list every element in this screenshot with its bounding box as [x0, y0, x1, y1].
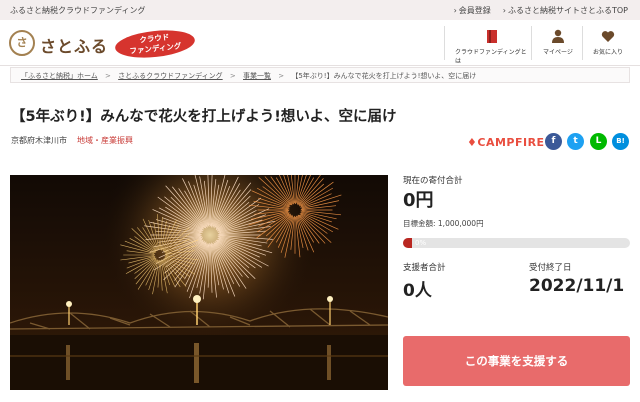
- site-tagline: ふるさと納税クラウドファンディング: [10, 6, 146, 15]
- deadline-date: 2022/11/1: [529, 276, 625, 296]
- satofull-top-link[interactable]: › ふるさと納税サイトさとふるTOP: [503, 5, 628, 16]
- breadcrumb: 「ふるさと納税」ホーム > さとふるクラウドファンディング > 事業一覧 > 【…: [10, 67, 630, 83]
- chevron-right-icon: ›: [453, 6, 457, 15]
- breadcrumb-crowdfunding[interactable]: さとふるクラウドファンディング: [118, 72, 223, 80]
- nav-divider: [582, 26, 583, 60]
- nav-about-label: クラウドファンディングとは: [455, 49, 527, 65]
- register-link-label: 会員登録: [458, 6, 491, 15]
- campfire-logo-text: CAMPFIRE: [477, 136, 545, 149]
- breadcrumb-projects[interactable]: 事業一覧: [243, 72, 271, 80]
- chevron-right-icon: >: [105, 72, 111, 80]
- crowdfunding-badge[interactable]: クラウド ファンディング: [113, 26, 197, 62]
- municipality[interactable]: 京都府木津川市: [11, 135, 67, 146]
- nav-mypage[interactable]: マイページ: [538, 28, 578, 56]
- nav-divider: [444, 26, 445, 60]
- facebook-icon[interactable]: f: [545, 133, 562, 150]
- supporters-count: 0人: [403, 281, 432, 301]
- chevron-right-icon: ›: [502, 6, 506, 15]
- chevron-right-icon: >: [278, 72, 285, 80]
- line-icon[interactable]: L: [590, 133, 607, 150]
- nav-about-crowdfunding[interactable]: クラウドファンディングとは: [455, 28, 529, 65]
- nav-favorites-label: お気に入り: [592, 49, 623, 56]
- page-title: 【5年ぶり!】みんなで花火を打上げよう!想いよ、空に届け: [11, 109, 397, 125]
- chevron-right-icon: >: [229, 72, 236, 80]
- progress-fill: [403, 238, 413, 248]
- progress-percent: 0%: [415, 239, 427, 247]
- fireworks-illustration: [10, 175, 388, 390]
- register-link[interactable]: › 会員登録: [454, 5, 491, 16]
- nav-divider: [531, 26, 532, 60]
- person-icon: [550, 28, 566, 44]
- target-amount: 目標金額: 1,000,000円: [403, 219, 484, 228]
- support-project-button[interactable]: この事業を支援する: [403, 336, 630, 386]
- project-meta: 京都府木津川市 地域・産業振興: [11, 135, 133, 146]
- heart-icon: [600, 28, 616, 44]
- nav-favorites[interactable]: お気に入り: [588, 28, 628, 56]
- satofull-logo-text[interactable]: さとふる: [40, 33, 108, 57]
- twitter-icon[interactable]: t: [567, 133, 584, 150]
- nav-mypage-label: マイページ: [543, 49, 573, 56]
- category-tag[interactable]: 地域・産業振興: [77, 135, 133, 146]
- hatena-icon[interactable]: B!: [612, 133, 629, 150]
- hero-image: [10, 175, 388, 390]
- breadcrumb-current: 【5年ぶり!】みんなで花火を打上げよう!想いよ、空に届け: [291, 72, 477, 80]
- utility-links: › 会員登録 › ふるさと納税サイトさとふるTOP: [454, 5, 628, 16]
- top-utility-bar: ふるさと納税クラウドファンディング › 会員登録 › ふるさと納税サイトさとふるTO…: [0, 0, 640, 20]
- satofull-logo-icon[interactable]: さ: [9, 30, 35, 56]
- breadcrumb-home[interactable]: 「ふるさと納税」ホーム: [21, 72, 98, 80]
- current-amount-label: 現在の寄付合計: [403, 176, 463, 186]
- satofull-top-link-label: ふるさと納税サイトさとふるTOP: [507, 6, 628, 15]
- site-header: さ さとふる クラウド ファンディング クラウドファンディングとは マイページ …: [0, 20, 640, 66]
- current-amount: 0円: [403, 190, 434, 211]
- flame-icon: ♦: [467, 136, 478, 149]
- campfire-logo[interactable]: ♦CAMPFIRE: [467, 136, 545, 149]
- book-icon: [484, 28, 500, 44]
- deadline-label: 受付終了日: [529, 263, 572, 273]
- progress-bar: 0%: [403, 238, 630, 248]
- supporters-label: 支援者合計: [403, 263, 446, 273]
